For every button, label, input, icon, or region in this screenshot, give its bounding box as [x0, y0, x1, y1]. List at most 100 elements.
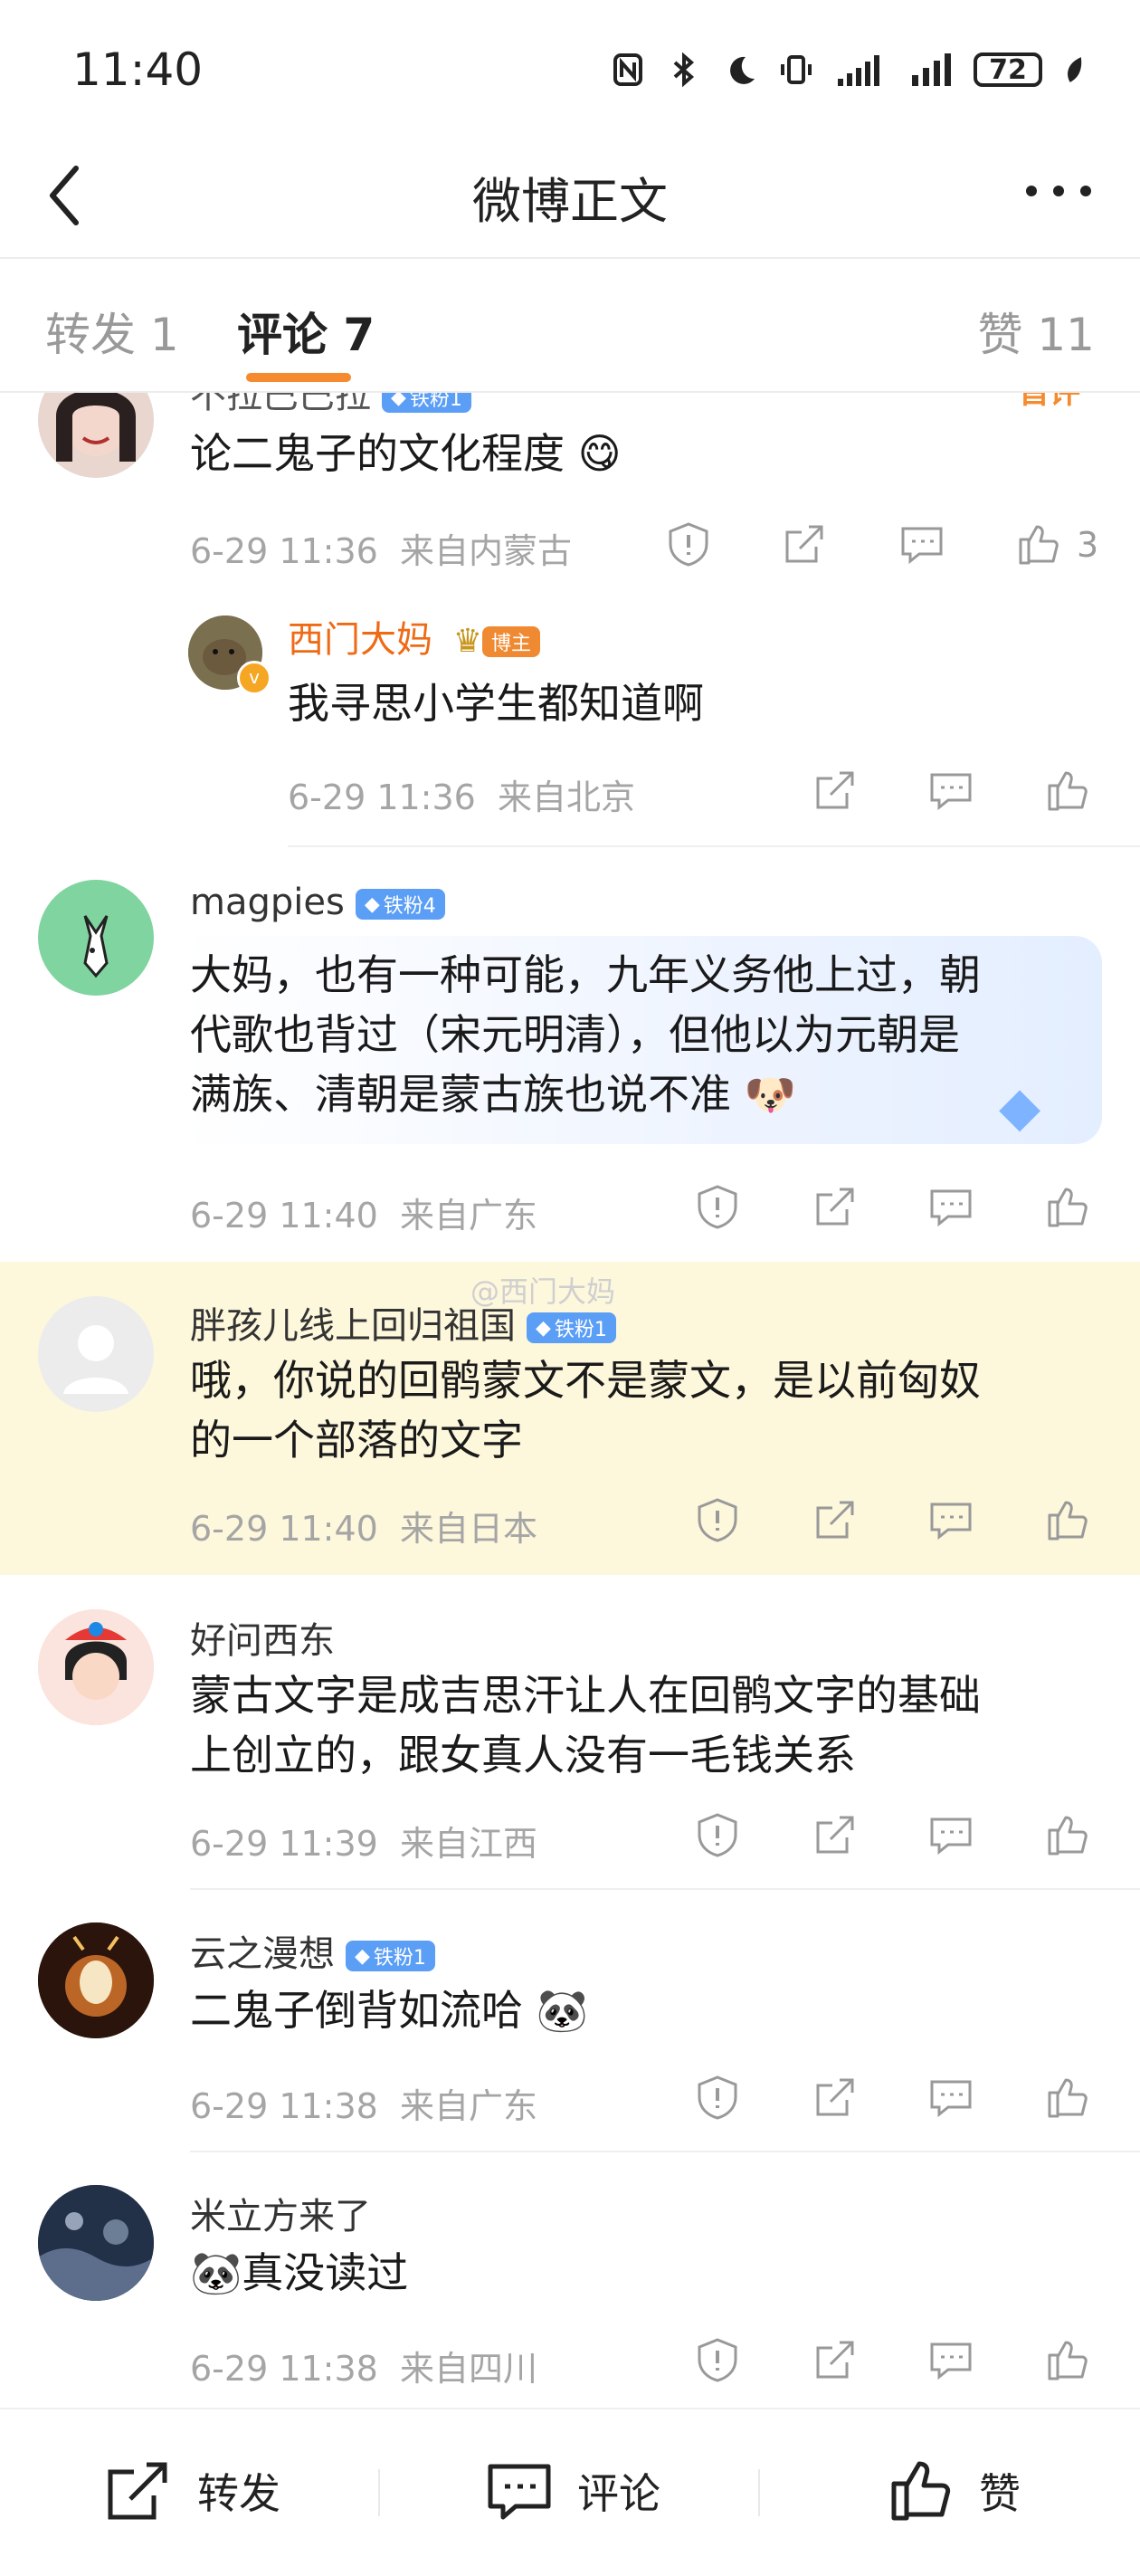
- battery-level: 72: [989, 53, 1027, 86]
- divider: [190, 2151, 1140, 2152]
- username[interactable]: 米立方来了: [190, 2187, 371, 2239]
- thumb-up-icon: [891, 2461, 951, 2521]
- like-icon[interactable]: [1042, 1182, 1091, 1231]
- reply-icon[interactable]: [898, 520, 946, 568]
- share-icon[interactable]: [811, 2335, 860, 2384]
- comment-time: 6-29 11:36: [190, 531, 378, 571]
- comment-time: 6-29 11:36: [288, 778, 476, 817]
- signal-1-icon: [838, 55, 879, 86]
- like-label: 赞: [979, 2469, 1021, 2518]
- comment-text-line: 真没读过: [242, 2248, 409, 2297]
- fan-badge: ◆ 铁粉4: [355, 889, 445, 920]
- comment-text: 论二鬼子的文化程度 😋: [190, 424, 622, 483]
- battery-icon: 72: [974, 52, 1042, 87]
- username[interactable]: magpies: [190, 882, 345, 923]
- share-icon[interactable]: [811, 1810, 860, 1859]
- report-icon[interactable]: [693, 1182, 742, 1231]
- diamond-icon: ◆: [391, 393, 406, 409]
- report-icon[interactable]: [664, 520, 713, 568]
- fan-badge: ◆ 铁粉1: [382, 393, 471, 413]
- comment-meta: 6-29 11:36 来自北京: [288, 769, 635, 819]
- comment-text: 蒙古文字是成吉思汗让人在回鹘文字的基础 上创立的，跟女真人没有一毛钱关系: [190, 1665, 1095, 1785]
- comment-time: 6-29 11:38: [190, 2086, 378, 2126]
- share-icon[interactable]: [811, 1495, 860, 1544]
- comment-location: 来自广东: [400, 2086, 538, 2126]
- reply-icon[interactable]: [926, 1495, 975, 1544]
- blogger-badge: 博主: [482, 626, 541, 657]
- repost-label: 转发: [197, 2469, 280, 2518]
- comment-meta: 6-29 11:38 来自四川: [190, 2341, 537, 2390]
- reply-icon[interactable]: [926, 2073, 975, 2122]
- comment-text-line: 哦，你说的回鹘蒙文不是蒙文，是以前匈奴: [190, 1356, 981, 1405]
- comment-location: 来自内蒙古: [400, 531, 573, 571]
- username[interactable]: 不拉巴巴拉: [190, 393, 371, 416]
- report-icon[interactable]: [693, 2335, 742, 2384]
- report-icon[interactable]: [693, 1810, 742, 1859]
- avatar[interactable]: [38, 1922, 154, 2038]
- comment-text: 二鬼子倒背如流哈 🐼: [190, 1980, 588, 2040]
- tab-repost[interactable]: 转发 1: [45, 299, 179, 364]
- username[interactable]: 好问西东: [190, 1611, 335, 1664]
- reply-icon[interactable]: [926, 1182, 975, 1231]
- comment-text-line: 二鬼子倒背如流哈: [190, 1986, 523, 2035]
- badge-label: 铁粉1: [373, 1947, 426, 1970]
- like-icon[interactable]: [1042, 1810, 1091, 1859]
- username[interactable]: 云之漫想: [190, 1933, 335, 1975]
- status-icons: 72: [610, 47, 1086, 92]
- share-icon[interactable]: [811, 1182, 860, 1231]
- reply-icon[interactable]: [926, 2335, 975, 2384]
- avatar[interactable]: [38, 393, 154, 478]
- nfc-icon: [613, 53, 642, 86]
- share-icon[interactable]: [811, 2073, 860, 2122]
- avatar[interactable]: [38, 880, 154, 996]
- more-icon[interactable]: [1022, 177, 1095, 205]
- comment-text-line: 大妈，也有一种可能，九年义务他上过，朝: [190, 950, 981, 999]
- comment-meta: 6-29 11:39 来自江西: [190, 1816, 537, 1865]
- comment-location: 来自四川: [400, 2349, 538, 2389]
- panda-emoji-icon: 🐼: [536, 1986, 588, 2035]
- comment-meta: 6-29 11:36 来自内蒙古: [190, 523, 572, 573]
- tab-comments[interactable]: 评论 7: [237, 299, 375, 364]
- username[interactable]: 胖孩儿线上回归祖国: [190, 1305, 516, 1347]
- reply-icon[interactable]: [926, 1810, 975, 1859]
- username[interactable]: 西门大妈: [288, 619, 432, 661]
- leaf-icon: [1068, 57, 1082, 82]
- avatar[interactable]: [38, 1609, 154, 1725]
- comment-label: 评论: [577, 2469, 660, 2518]
- avatar[interactable]: [38, 1296, 154, 1412]
- comment-meta: 6-29 11:40 来自日本: [190, 1501, 537, 1550]
- comment-location: 来自江西: [400, 1824, 538, 1864]
- comment-text: 大妈，也有一种可能，九年义务他上过，朝 代歌也背过（宋元明清），但他以为元朝是 …: [190, 945, 1095, 1124]
- page-title: 微博正文: [472, 173, 668, 230]
- reply-icon[interactable]: [926, 766, 975, 815]
- verified-icon: v: [237, 661, 271, 695]
- like-button[interactable]: 赞: [887, 2453, 1021, 2529]
- share-icon[interactable]: [811, 766, 860, 815]
- comment-text-line: 代歌也背过（宋元明清），但他以为元朝是: [190, 1010, 960, 1059]
- report-icon[interactable]: [693, 2073, 742, 2122]
- like-icon[interactable]: [1042, 2335, 1091, 2384]
- comment-location: 来自北京: [498, 778, 636, 817]
- like-icon[interactable]: [1013, 520, 1062, 568]
- avatar[interactable]: [38, 2185, 154, 2301]
- comment-text-line: 蒙古文字是成吉思汗让人在回鹘文字的基础: [190, 1671, 981, 1720]
- tab-likes[interactable]: 赞 11: [977, 299, 1095, 364]
- comment-button[interactable]: 评论: [485, 2453, 660, 2529]
- share-icon[interactable]: [780, 520, 829, 568]
- comment-text: 哦，你说的回鹘蒙文不是蒙文，是以前匈奴 的一个部落的文字: [190, 1350, 1095, 1470]
- bluetooth-icon: [673, 52, 695, 88]
- signal-2-icon: [912, 53, 951, 86]
- repost-button[interactable]: 转发: [105, 2453, 280, 2529]
- diamond-icon: ◆: [536, 1316, 551, 1340]
- comment-meta: 6-29 11:40 来自广东: [190, 1188, 537, 1237]
- comment-location: 来自日本: [400, 1509, 538, 1549]
- report-icon[interactable]: [693, 1495, 742, 1544]
- bar-separator: [378, 2469, 380, 2516]
- like-icon[interactable]: [1042, 766, 1091, 815]
- comment-time: 6-29 11:40: [190, 1509, 378, 1549]
- fan-badge: ◆ 铁粉1: [346, 1941, 435, 1971]
- like-icon[interactable]: [1042, 1495, 1091, 1544]
- like-icon[interactable]: [1042, 2073, 1091, 2122]
- diamond-icon: ◆: [355, 1944, 370, 1968]
- comment-text-line: 上创立的，跟女真人没有一毛钱关系: [190, 1731, 856, 1779]
